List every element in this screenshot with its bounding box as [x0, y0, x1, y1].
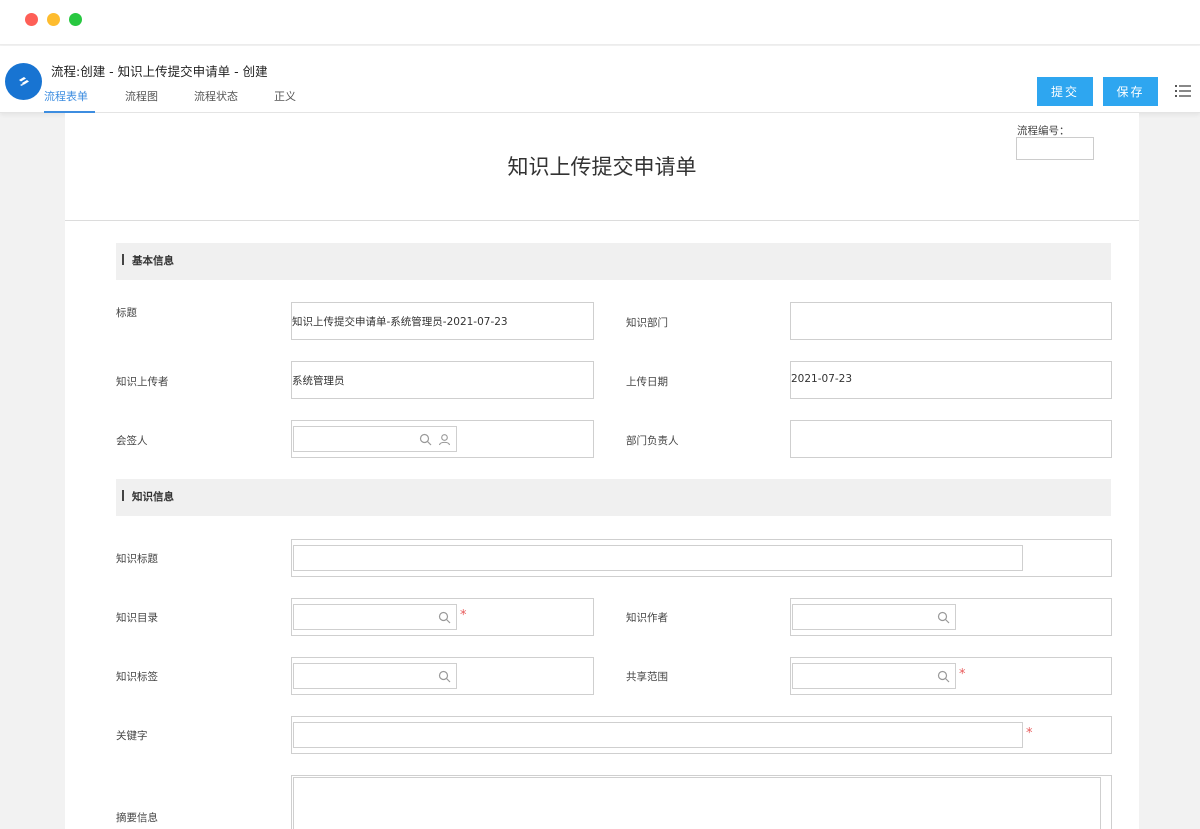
- tab-flow-form[interactable]: 流程表单: [44, 89, 95, 113]
- keyword-label: 关键字: [116, 730, 148, 742]
- save-button[interactable]: 保存: [1103, 77, 1158, 106]
- title-value: 知识上传提交申请单-系统管理员-2021-07-23: [292, 316, 508, 328]
- section-bar: [122, 254, 124, 265]
- search-icon[interactable]: [438, 670, 451, 683]
- summary-field: [291, 775, 1112, 829]
- summary-label: 摘要信息: [116, 812, 158, 824]
- tags-label: 知识标签: [116, 671, 158, 683]
- countersign-input[interactable]: [293, 426, 457, 452]
- knowledge-title-label: 知识标题: [116, 553, 158, 565]
- section-basic-info: 基本信息: [116, 243, 1111, 280]
- dept-head-field[interactable]: [790, 420, 1112, 458]
- tab-flow-chart[interactable]: 流程图: [125, 89, 158, 113]
- flow-number-label: 流程编号：: [1017, 125, 1070, 137]
- keyword-field: *: [291, 716, 1112, 754]
- divider: [65, 220, 1139, 221]
- upload-date-value: 2021-07-23: [791, 373, 853, 385]
- share-scope-label: 共享范围: [626, 671, 668, 683]
- window-titlebar: [0, 0, 1200, 45]
- required-mark: *: [1026, 726, 1033, 741]
- title-label: 标题: [116, 307, 137, 319]
- knowledge-title-field: [291, 539, 1112, 577]
- minimize-window-button[interactable]: [47, 13, 60, 26]
- required-mark: *: [460, 608, 467, 623]
- maximize-window-button[interactable]: [69, 13, 82, 26]
- author-label: 知识作者: [626, 612, 668, 624]
- upload-date-field[interactable]: 2021-07-23: [790, 361, 1112, 399]
- dept-label: 知识部门: [626, 317, 668, 329]
- uploader-label: 知识上传者: [116, 376, 169, 388]
- tab-flow-status[interactable]: 流程状态: [194, 89, 238, 113]
- share-scope-input[interactable]: [792, 663, 956, 689]
- search-icon[interactable]: [419, 433, 432, 446]
- close-window-button[interactable]: [25, 13, 38, 26]
- menu-list-icon[interactable]: [1175, 84, 1191, 98]
- app-logo-icon: [5, 63, 42, 100]
- tab-bar: 流程表单 流程图 流程状态 正义: [44, 89, 296, 113]
- summary-textarea[interactable]: [293, 777, 1101, 829]
- required-mark: *: [959, 667, 966, 682]
- title-field[interactable]: 知识上传提交申请单-系统管理员-2021-07-23: [291, 302, 594, 340]
- keyword-input[interactable]: [293, 722, 1023, 748]
- search-icon[interactable]: [937, 611, 950, 624]
- knowledge-title-input[interactable]: [293, 545, 1023, 571]
- upload-date-label: 上传日期: [626, 376, 668, 388]
- section-bar: [122, 490, 124, 501]
- author-input[interactable]: [792, 604, 956, 630]
- tags-input[interactable]: [293, 663, 457, 689]
- tags-field: [291, 657, 594, 695]
- form-paper: 流程编号： 知识上传提交申请单 基本信息 标题 知识上传提交申请单-系统管理员-…: [65, 113, 1139, 829]
- uploader-field[interactable]: 系统管理员: [291, 361, 594, 399]
- section-title: 知识信息: [132, 491, 174, 503]
- author-field: [790, 598, 1112, 636]
- search-icon[interactable]: [438, 611, 451, 624]
- app-header: 流程:创建 - 知识上传提交申请单 - 创建 流程表单 流程图 流程状态 正义 …: [0, 46, 1200, 113]
- share-scope-field: *: [790, 657, 1112, 695]
- dept-field[interactable]: [790, 302, 1112, 340]
- catalog-label: 知识目录: [116, 612, 158, 624]
- section-knowledge-info: 知识信息: [116, 479, 1111, 516]
- countersign-field: [291, 420, 594, 458]
- page-title: 流程:创建 - 知识上传提交申请单 - 创建: [51, 64, 268, 79]
- catalog-field: *: [291, 598, 594, 636]
- search-icon[interactable]: [937, 670, 950, 683]
- catalog-input[interactable]: [293, 604, 457, 630]
- dept-head-label: 部门负责人: [626, 435, 679, 447]
- countersign-label: 会签人: [116, 435, 148, 447]
- user-select-icon[interactable]: [438, 433, 451, 446]
- tab-zhengyi[interactable]: 正义: [274, 89, 296, 113]
- section-title: 基本信息: [132, 255, 174, 267]
- submit-button[interactable]: 提交: [1037, 77, 1093, 106]
- uploader-value: 系统管理员: [292, 375, 345, 387]
- form-title: 知识上传提交申请单: [507, 155, 697, 179]
